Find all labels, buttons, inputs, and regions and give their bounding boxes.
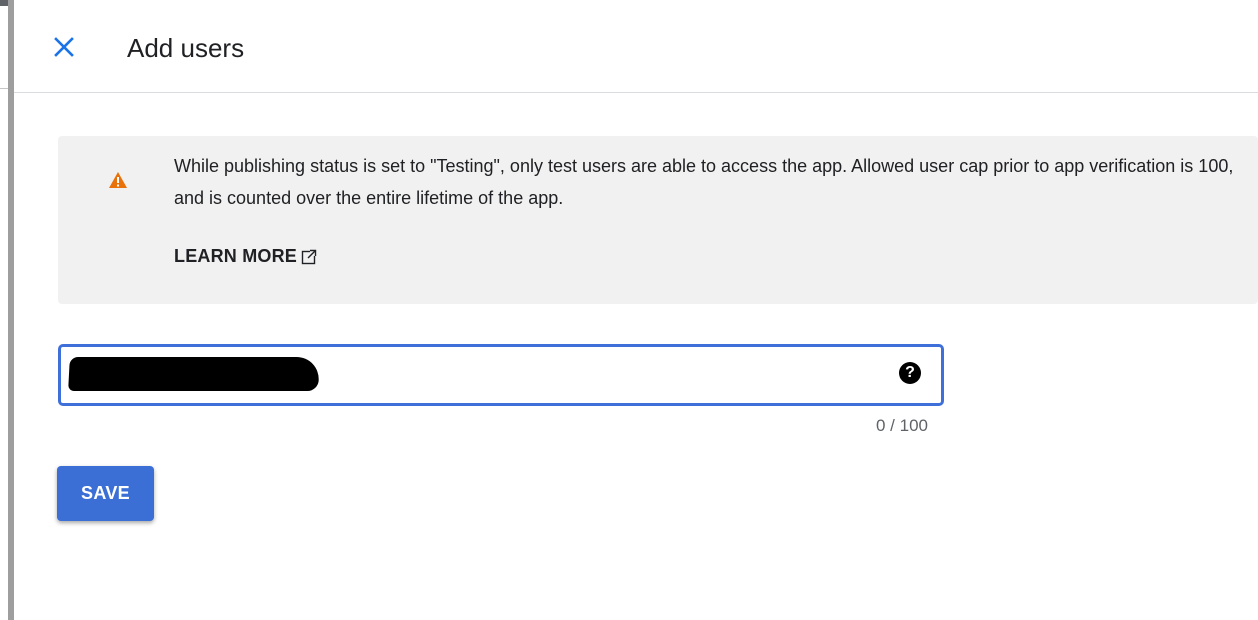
learn-more-label: LEARN MORE [174,246,297,266]
close-button[interactable] [48,31,80,63]
panel-header: Add users [14,0,1258,93]
page-title: Add users [127,33,245,63]
divider-stub [0,88,8,89]
external-link-icon [301,248,317,264]
user-email-field[interactable]: ? [58,344,944,406]
save-button[interactable]: SAVE [57,466,154,521]
testing-status-notice: While publishing status is set to "Testi… [58,136,1258,304]
add-users-panel: Add users While publishing status is set… [14,0,1258,620]
help-icon[interactable]: ? [899,362,921,384]
warning-icon [109,172,127,188]
learn-more-link[interactable]: LEARN MORE [174,246,317,267]
character-counter: 0 / 100 [876,416,928,435]
user-email-input[interactable] [73,359,877,391]
notice-message: While publishing status is set to "Testi… [174,156,1234,208]
close-icon [54,37,74,57]
